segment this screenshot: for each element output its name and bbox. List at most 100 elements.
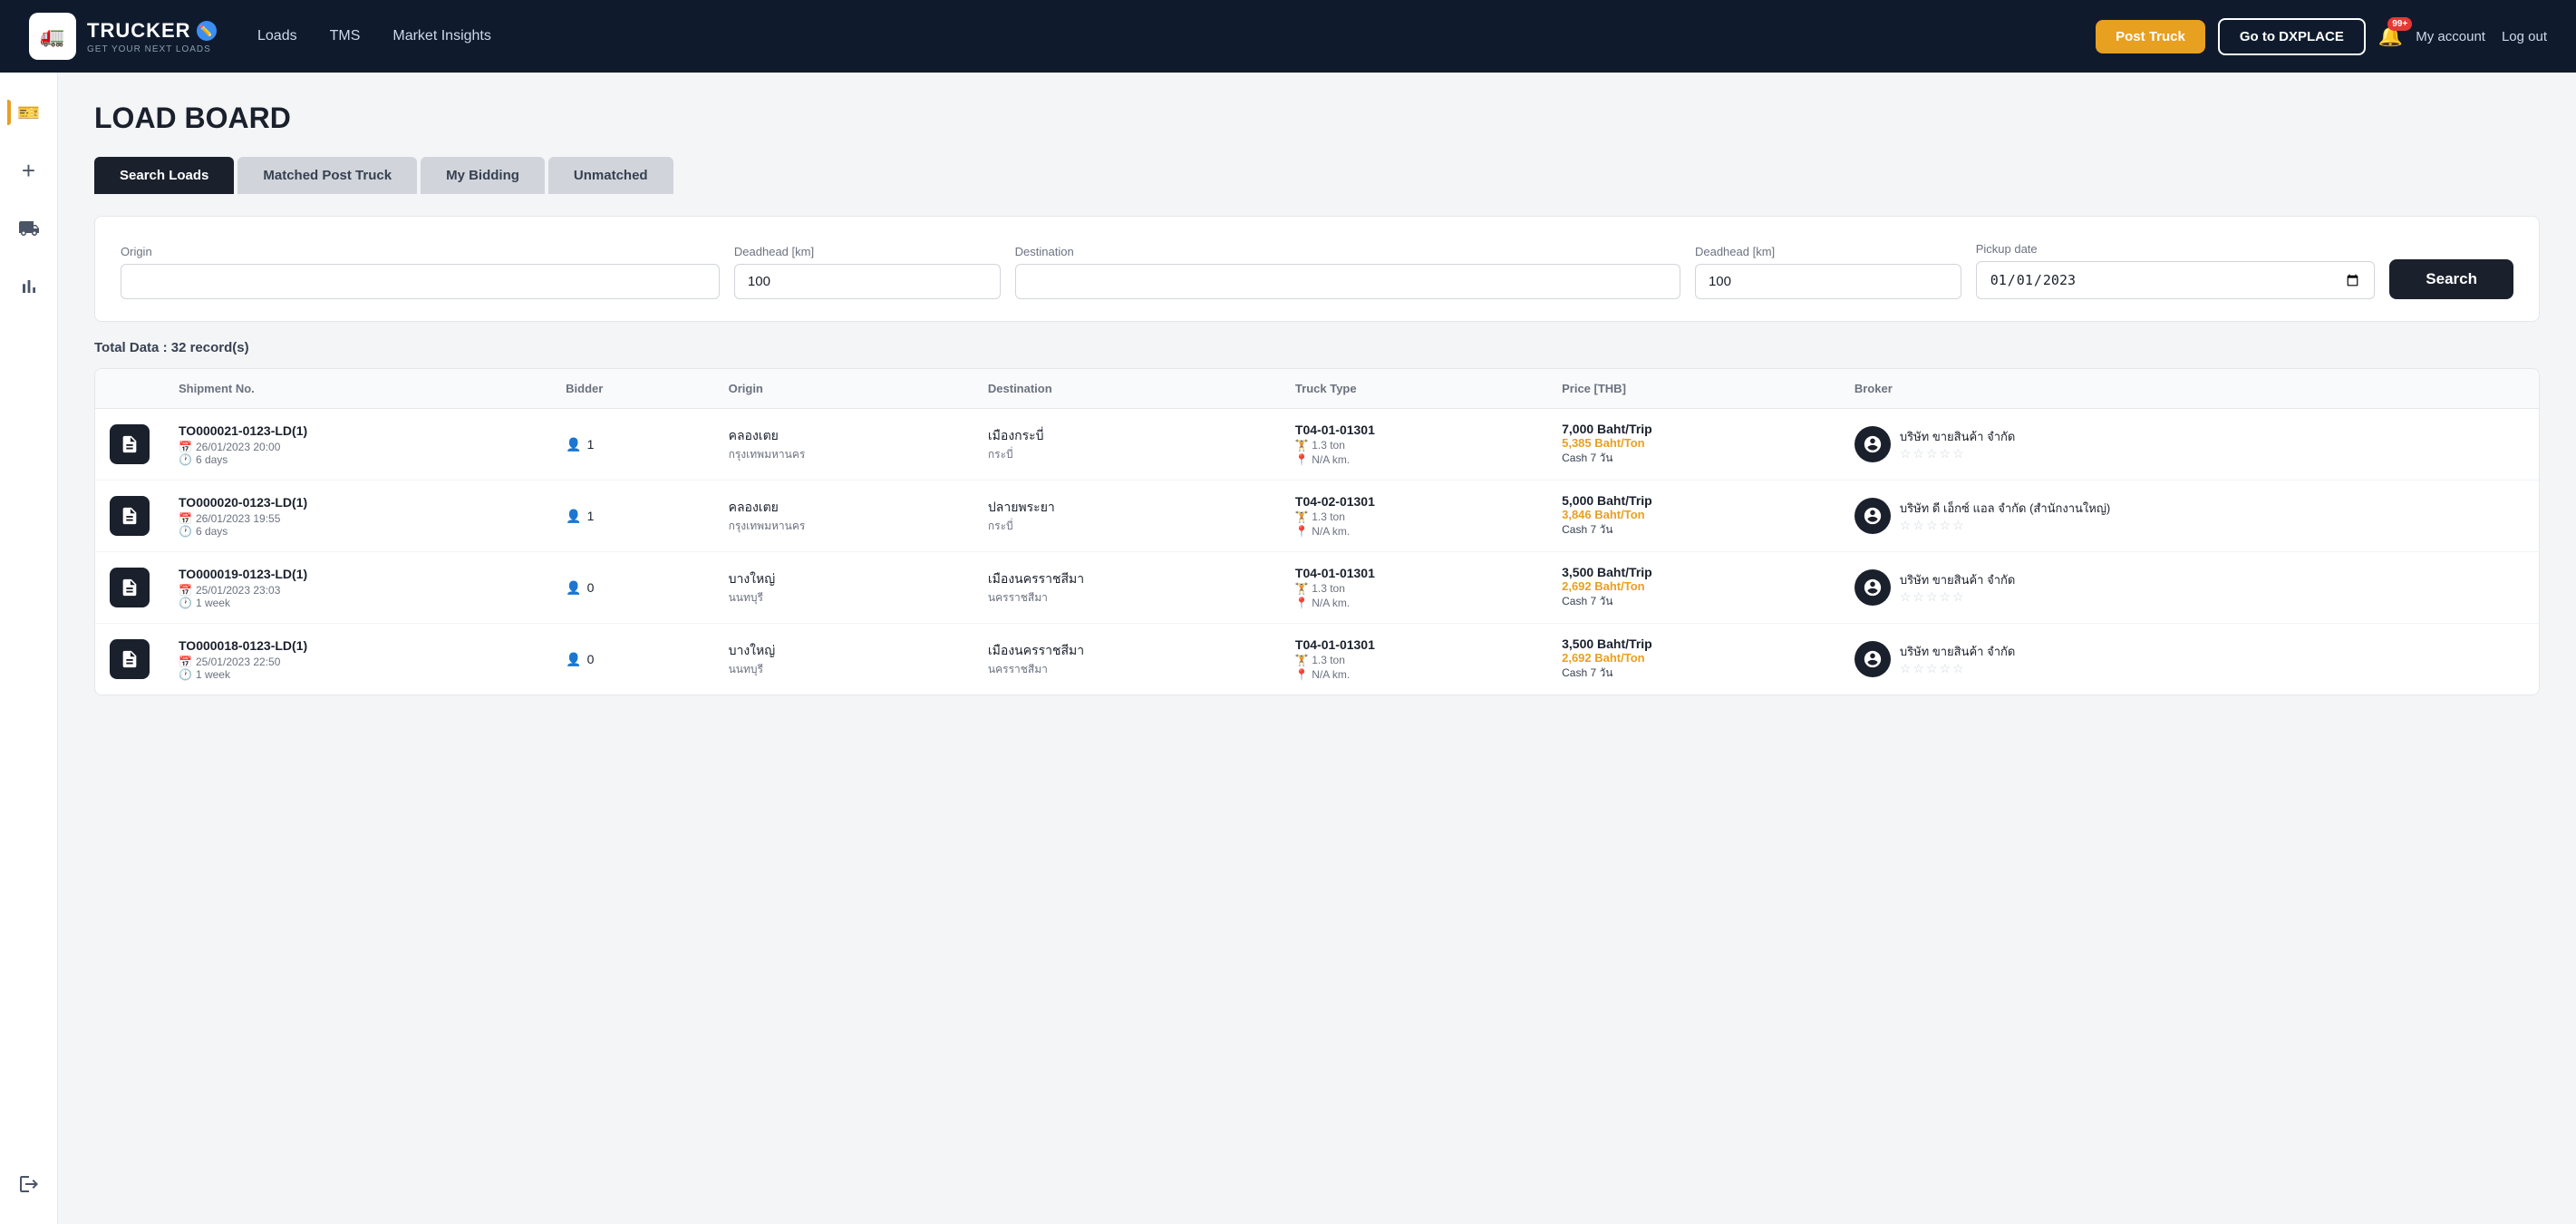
shipment-info-cell: TO000019-0123-LD(1) 📅 25/01/2023 23:03 🕐… [164,552,551,624]
deadhead1-input[interactable] [734,264,1001,299]
row-detail-button[interactable] [110,568,150,607]
col-bidder: Bidder [551,369,713,409]
row-detail-button[interactable] [110,424,150,464]
logo-text: TRUCKER ✏️ GET YOUR NEXT LOADS [87,19,217,54]
sidebar-icon-logout[interactable] [11,1166,47,1202]
search-row: Origin Deadhead [km] Destination Deadhea… [121,242,2513,299]
table-row: TO000018-0123-LD(1) 📅 25/01/2023 22:50 🕐… [95,624,2539,695]
destination-province: กระบี่ [988,518,1266,535]
broker-details: บริษัท ดี เอ็กซ์ แอล จำกัด (สำนักงานใหญ่… [1900,499,2110,533]
results-table: Shipment No. Bidder Origin Destination T… [95,369,2539,695]
shipment-number: TO000019-0123-LD(1) [179,567,537,581]
price-per-ton: 5,385 Baht/Ton [1562,436,1825,450]
my-account-link[interactable]: My account [2416,29,2485,44]
nav-link-tms[interactable]: TMS [330,28,361,44]
broker-logo [1855,569,1891,606]
broker-stars: ☆☆☆☆☆ [1900,518,2110,533]
col-price: Price [THB] [1547,369,1840,409]
col-shipment-no: Shipment No. [164,369,551,409]
table-row: TO000021-0123-LD(1) 📅 26/01/2023 20:00 🕐… [95,409,2539,481]
bidder-count: 👤 0 [566,652,699,667]
tab-my-bidding[interactable]: My Bidding [421,157,545,194]
destination-name: เมืองนครราชสีมา [988,569,1266,589]
search-panel: Origin Deadhead [km] Destination Deadhea… [94,216,2540,322]
origin-cell: บางใหญ่ นนทบุรี [714,624,973,695]
destination-name: เมืองนครราชสีมา [988,641,1266,661]
truck-ton: 🏋 1.3 ton [1295,439,1533,452]
nav-link-market-insights[interactable]: Market Insights [392,28,490,44]
truck-ton: 🏋 1.3 ton [1295,582,1533,595]
origin-province: นนทบุรี [729,589,959,607]
broker-name: บริษัท ขายสินค้า จำกัด [1900,570,2015,589]
destination-cell: ปลายพระยา กระบี่ [973,481,1281,552]
sidebar-icon-chart[interactable] [11,268,47,305]
col-origin: Origin [714,369,973,409]
go-dxplace-button[interactable]: Go to DXPLACE [2218,18,2366,55]
topnav: 🚛 TRUCKER ✏️ GET YOUR NEXT LOADS Loads T… [0,0,2576,73]
shipment-date: 📅 25/01/2023 23:03 🕐 1 week [179,584,537,609]
origin-province: กรุงเทพมหานคร [729,446,959,463]
col-icon [95,369,164,409]
broker-details: บริษัท ขายสินค้า จำกัด ☆☆☆☆☆ [1900,427,2015,461]
truck-km: 📍 N/A km. [1295,597,1533,609]
price-per-ton: 3,846 Baht/Ton [1562,508,1825,521]
post-truck-button[interactable]: Post Truck [2096,20,2205,53]
shipment-number: TO000021-0123-LD(1) [179,423,537,438]
main-content: LOAD BOARD Search Loads Matched Post Tru… [58,73,2576,1224]
total-data-label: Total Data : 32 record(s) [94,340,2540,355]
origin-field-group: Origin [121,245,720,299]
broker-stars: ☆☆☆☆☆ [1900,589,2015,605]
origin-label: Origin [121,245,720,258]
origin-cell: คลองเตย กรุงเทพมหานคร [714,481,973,552]
deadhead1-label: Deadhead [km] [734,245,1001,258]
row-icon-cell [95,624,164,695]
deadhead2-input[interactable] [1695,264,1961,299]
brand-name: TRUCKER ✏️ [87,19,217,43]
price-terms: Cash 7 วัน [1562,521,1825,539]
price-terms: Cash 7 วัน [1562,665,1825,682]
pickup-date-input[interactable] [1976,261,2376,299]
notification-bell[interactable]: 🔔 99+ [2378,24,2403,48]
truck-type-cell: T04-01-01301 🏋 1.3 ton 📍 N/A km. [1281,409,1547,481]
row-detail-button[interactable] [110,639,150,679]
tab-matched-post-truck[interactable]: Matched Post Truck [237,157,417,194]
destination-input[interactable] [1015,264,1680,299]
nav-link-loads[interactable]: Loads [257,28,297,44]
sidebar-icon-add[interactable]: + [11,152,47,189]
destination-province: กระบี่ [988,446,1266,463]
brand-tagline: GET YOUR NEXT LOADS [87,44,217,54]
sidebar-icon-loads[interactable]: 🎫 [11,94,47,131]
search-button[interactable]: Search [2389,259,2513,299]
broker-info: บริษัท ขายสินค้า จำกัด ☆☆☆☆☆ [1855,569,2524,606]
broker-logo [1855,498,1891,534]
sidebar-icon-truck[interactable] [11,210,47,247]
sidebar: 🎫 + [0,73,58,1224]
price-main: 3,500 Baht/Trip [1562,636,1825,651]
origin-cell: คลองเตย กรุงเทพมหานคร [714,409,973,481]
shipment-info-cell: TO000021-0123-LD(1) 📅 26/01/2023 20:00 🕐… [164,409,551,481]
price-per-ton: 2,692 Baht/Ton [1562,579,1825,593]
table-row: TO000019-0123-LD(1) 📅 25/01/2023 23:03 🕐… [95,552,2539,624]
broker-stars: ☆☆☆☆☆ [1900,446,2015,461]
broker-cell: บริษัท ดี เอ็กซ์ แอล จำกัด (สำนักงานใหญ่… [1840,481,2539,552]
destination-cell: เมืองนครราชสีมา นครราชสีมา [973,552,1281,624]
deadhead1-field-group: Deadhead [km] [734,245,1001,299]
origin-input[interactable] [121,264,720,299]
broker-info: บริษัท ขายสินค้า จำกัด ☆☆☆☆☆ [1855,426,2524,462]
broker-cell: บริษัท ขายสินค้า จำกัด ☆☆☆☆☆ [1840,409,2539,481]
origin-province: นนทบุรี [729,661,959,678]
shipment-number: TO000018-0123-LD(1) [179,638,537,653]
logout-link[interactable]: Log out [2502,29,2547,44]
row-detail-button[interactable] [110,496,150,536]
broker-name: บริษัท ดี เอ็กซ์ แอล จำกัด (สำนักงานใหญ่… [1900,499,2110,518]
deadhead2-label: Deadhead [km] [1695,245,1961,258]
results-table-container: Shipment No. Bidder Origin Destination T… [94,368,2540,695]
page-title: LOAD BOARD [94,102,2540,135]
tab-search-loads[interactable]: Search Loads [94,157,234,194]
price-cell: 3,500 Baht/Trip 2,692 Baht/Ton Cash 7 วั… [1547,624,1840,695]
col-destination: Destination [973,369,1281,409]
bidder-icon: 👤 [566,652,581,667]
destination-province: นครราชสีมา [988,589,1266,607]
destination-cell: เมืองกระบี่ กระบี่ [973,409,1281,481]
tab-unmatched[interactable]: Unmatched [548,157,673,194]
